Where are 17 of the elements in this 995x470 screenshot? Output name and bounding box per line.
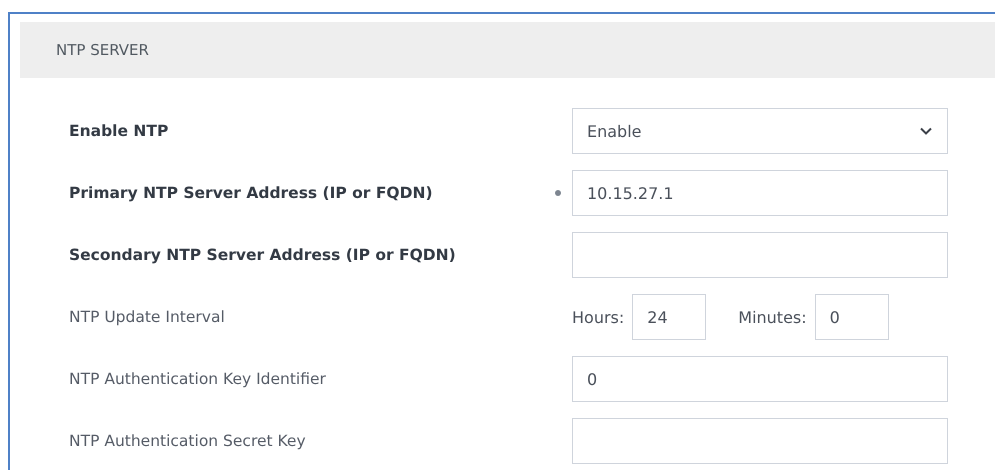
input-field[interactable]: 0 <box>572 356 948 402</box>
hours-field[interactable]: 24 <box>632 294 706 340</box>
field-label: NTP Authentication Key Identifier <box>69 370 327 388</box>
minutes-label: Minutes: <box>738 308 807 326</box>
hours-label: Hours: <box>572 308 624 326</box>
input-field[interactable]: 10.15.27.1 <box>572 170 948 216</box>
dropdown[interactable]: Enable <box>572 108 948 154</box>
minutes-field[interactable]: 0 <box>814 294 889 340</box>
field-label: Primary NTP Server Address (IP or FQDN) <box>69 184 434 202</box>
field-label: Enable NTP <box>69 122 170 140</box>
field-label: NTP Update Interval <box>69 308 226 326</box>
input-field[interactable] <box>572 232 948 278</box>
chevron-down-icon <box>919 126 933 136</box>
input-field[interactable] <box>572 418 948 464</box>
field-label: NTP Authentication Secret Key <box>69 432 307 450</box>
field-label: Secondary NTP Server Address (IP or FQDN) <box>69 246 457 264</box>
section-title: NTP SERVER <box>56 41 149 59</box>
